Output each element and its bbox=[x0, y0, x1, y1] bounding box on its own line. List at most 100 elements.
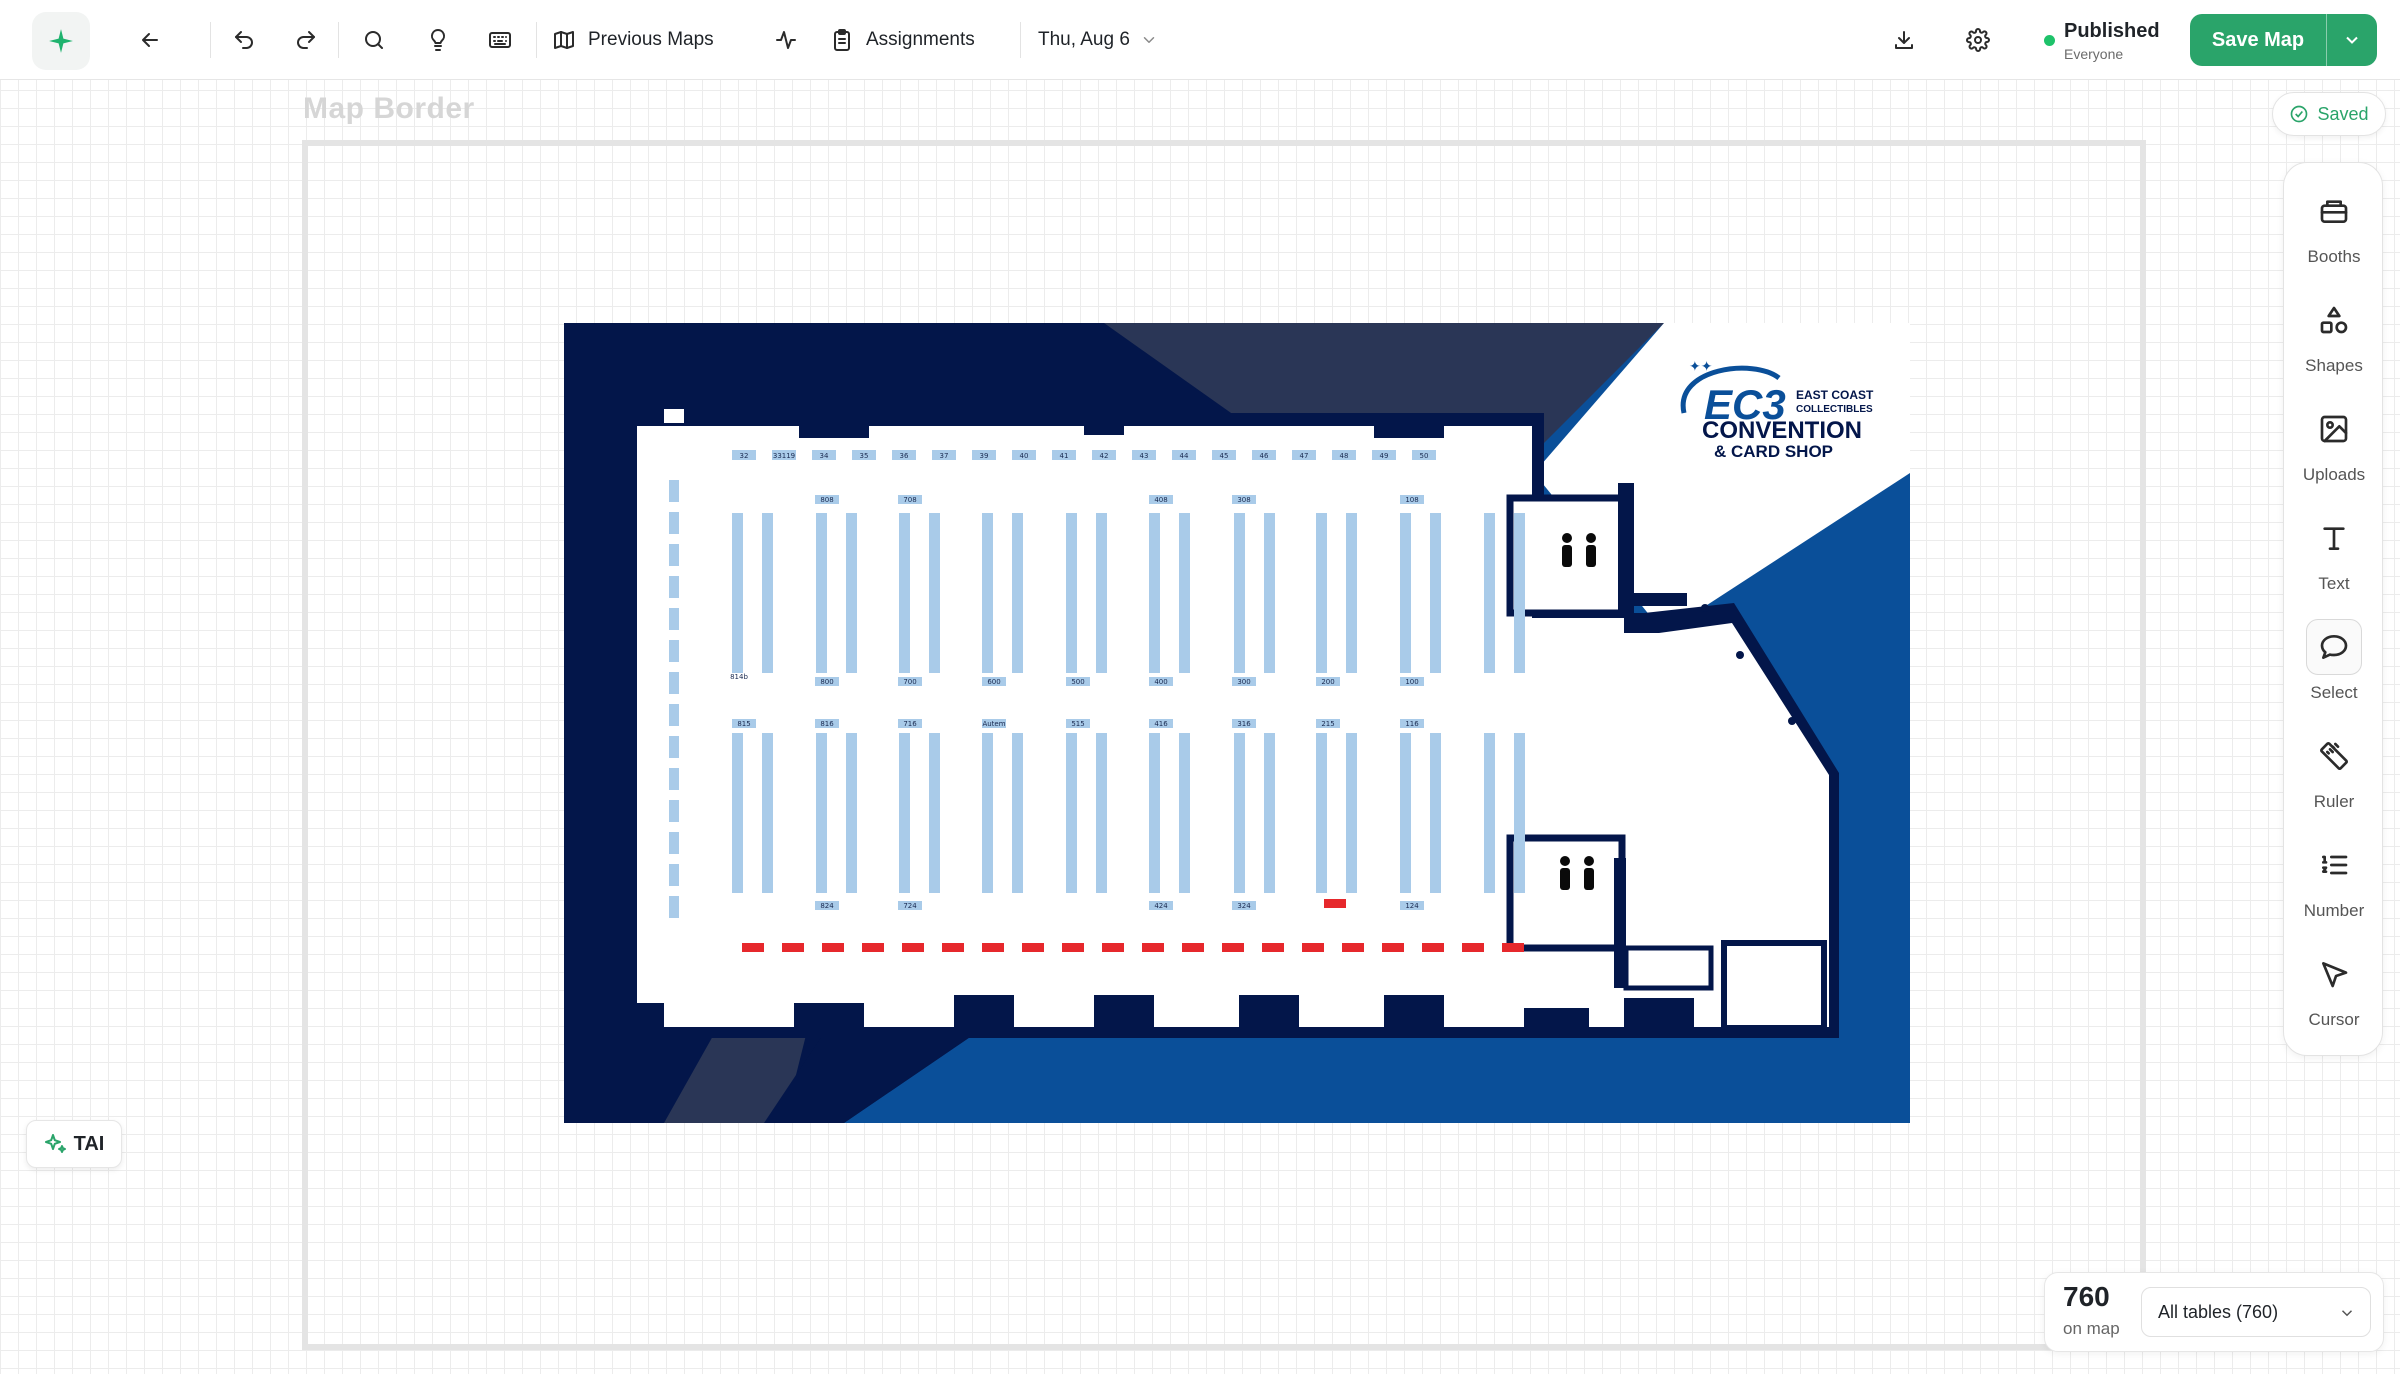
reserved-table[interactable] bbox=[1142, 943, 1164, 952]
booth-table[interactable] bbox=[1484, 733, 1495, 893]
booth-table[interactable] bbox=[1430, 733, 1441, 893]
booth-table[interactable] bbox=[1012, 733, 1023, 893]
booth-table[interactable] bbox=[669, 896, 679, 918]
booth-table[interactable] bbox=[1149, 733, 1160, 893]
booth-table[interactable] bbox=[929, 513, 940, 673]
booth-table[interactable] bbox=[899, 513, 910, 673]
reserved-table[interactable] bbox=[1324, 899, 1346, 908]
reserved-table[interactable] bbox=[1102, 943, 1124, 952]
booth-table[interactable] bbox=[762, 733, 773, 893]
tool-select[interactable]: Select bbox=[2284, 609, 2384, 713]
booth-table[interactable] bbox=[669, 544, 679, 566]
booth-table[interactable] bbox=[669, 832, 679, 854]
reserved-table[interactable] bbox=[742, 943, 764, 952]
booth-table[interactable] bbox=[1264, 733, 1275, 893]
keyboard-shortcuts-button[interactable] bbox=[480, 20, 520, 60]
booth-table[interactable] bbox=[669, 800, 679, 822]
booth-table[interactable] bbox=[1264, 513, 1275, 673]
booth-table[interactable] bbox=[1514, 733, 1525, 893]
reserved-table[interactable] bbox=[1462, 943, 1484, 952]
booth-table[interactable] bbox=[1066, 513, 1077, 673]
booth-table[interactable] bbox=[1179, 513, 1190, 673]
booth-table[interactable] bbox=[1179, 733, 1190, 893]
tool-booths[interactable]: Booths bbox=[2284, 173, 2384, 277]
reserved-table[interactable] bbox=[1222, 943, 1244, 952]
booth-table[interactable] bbox=[1012, 513, 1023, 673]
booth-table[interactable] bbox=[1484, 513, 1495, 673]
booth-table[interactable] bbox=[1400, 513, 1411, 673]
booth-table[interactable] bbox=[669, 512, 679, 534]
booth-table[interactable] bbox=[816, 733, 827, 893]
reserved-table[interactable] bbox=[862, 943, 884, 952]
booth-table[interactable] bbox=[846, 513, 857, 673]
booth-table[interactable] bbox=[732, 733, 743, 893]
booth-table[interactable] bbox=[1096, 513, 1107, 673]
tai-assistant-button[interactable]: TAI bbox=[26, 1120, 122, 1168]
save-options-button[interactable] bbox=[2327, 14, 2377, 66]
app-logo-button[interactable] bbox=[32, 12, 90, 70]
reserved-table[interactable] bbox=[1502, 943, 1524, 952]
reserved-table[interactable] bbox=[1182, 943, 1204, 952]
activity-button[interactable] bbox=[766, 20, 806, 60]
booth-table[interactable] bbox=[1234, 513, 1245, 673]
previous-maps-button[interactable]: Previous Maps bbox=[552, 20, 714, 60]
tool-text[interactable]: Text bbox=[2284, 500, 2384, 604]
booth-table[interactable] bbox=[669, 608, 679, 630]
reserved-table[interactable] bbox=[822, 943, 844, 952]
booth-table[interactable] bbox=[982, 733, 993, 893]
booth-table[interactable] bbox=[762, 513, 773, 673]
reserved-table[interactable] bbox=[1382, 943, 1404, 952]
booth-table[interactable] bbox=[669, 864, 679, 886]
booth-table[interactable] bbox=[669, 768, 679, 790]
search-button[interactable] bbox=[354, 20, 394, 60]
booth-table[interactable] bbox=[669, 672, 679, 694]
reserved-table[interactable] bbox=[1342, 943, 1364, 952]
reserved-table[interactable] bbox=[942, 943, 964, 952]
reserved-table[interactable] bbox=[1302, 943, 1324, 952]
booth-table[interactable] bbox=[669, 480, 679, 502]
assignments-button[interactable]: Assignments bbox=[830, 20, 975, 60]
booth-table[interactable] bbox=[816, 513, 827, 673]
booth-table[interactable] bbox=[1066, 733, 1077, 893]
tool-shapes[interactable]: Shapes bbox=[2284, 282, 2384, 386]
booth-table[interactable] bbox=[1400, 733, 1411, 893]
tool-cursor[interactable]: Cursor bbox=[2284, 936, 2384, 1040]
booth-table[interactable] bbox=[1096, 733, 1107, 893]
booth-table[interactable] bbox=[1346, 733, 1357, 893]
booth-table[interactable] bbox=[929, 733, 940, 893]
save-map-button[interactable]: Save Map bbox=[2190, 14, 2326, 66]
booth-table[interactable] bbox=[669, 704, 679, 726]
floor-plan-image[interactable]: 32 33119 34 35 36 37 39 40 41 42 43 44 45 46 47 48 49 50 8… bbox=[564, 323, 1910, 1123]
booth-table[interactable] bbox=[1316, 513, 1327, 673]
back-button[interactable] bbox=[130, 20, 170, 60]
tool-uploads[interactable]: Uploads bbox=[2284, 391, 2384, 495]
date-selector[interactable]: Thu, Aug 6 bbox=[1036, 20, 1158, 60]
booth-table[interactable] bbox=[669, 736, 679, 758]
reserved-table[interactable] bbox=[1062, 943, 1084, 952]
reserved-table[interactable] bbox=[1022, 943, 1044, 952]
booth-table[interactable] bbox=[846, 733, 857, 893]
booth-table[interactable] bbox=[1346, 513, 1357, 673]
booth-table[interactable] bbox=[1234, 733, 1245, 893]
booth-table[interactable] bbox=[1514, 513, 1525, 673]
tool-number[interactable]: Number bbox=[2284, 827, 2384, 931]
booth-table[interactable] bbox=[669, 640, 679, 662]
table-filter-select[interactable]: All tables (760) bbox=[2141, 1287, 2371, 1337]
reserved-table[interactable] bbox=[782, 943, 804, 952]
reserved-table[interactable] bbox=[1262, 943, 1284, 952]
reserved-table[interactable] bbox=[982, 943, 1004, 952]
booth-table[interactable] bbox=[982, 513, 993, 673]
booth-table[interactable] bbox=[1316, 733, 1327, 893]
booth-table[interactable] bbox=[899, 733, 910, 893]
booth-table[interactable] bbox=[1430, 513, 1441, 673]
booth-table[interactable] bbox=[1149, 513, 1160, 673]
tips-button[interactable] bbox=[418, 20, 458, 60]
reserved-table[interactable] bbox=[1422, 943, 1444, 952]
booth-table[interactable] bbox=[669, 576, 679, 598]
settings-button[interactable] bbox=[1958, 20, 1998, 60]
reserved-table[interactable] bbox=[902, 943, 924, 952]
redo-button[interactable] bbox=[286, 20, 326, 60]
undo-button[interactable] bbox=[224, 20, 264, 60]
publish-status[interactable]: Published Everyone bbox=[2040, 18, 2170, 64]
download-button[interactable] bbox=[1884, 20, 1924, 60]
